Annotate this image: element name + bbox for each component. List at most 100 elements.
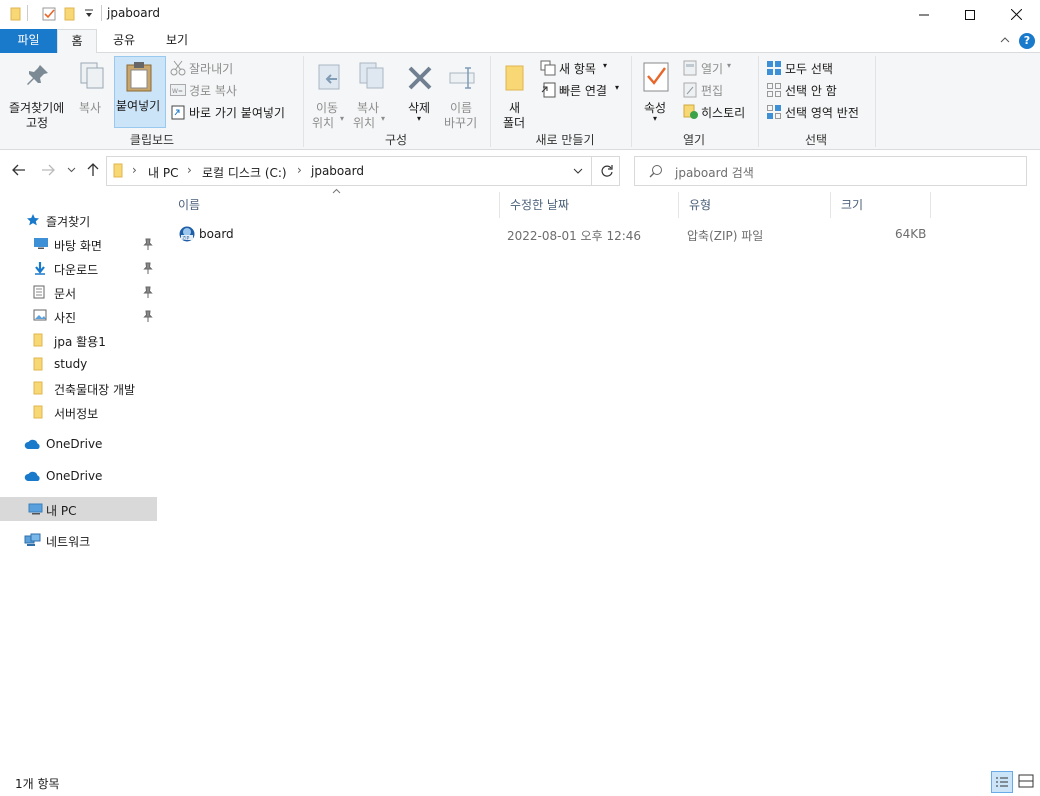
group-divider: [875, 56, 876, 147]
nav-this-pc-label: 내 PC: [46, 504, 77, 518]
new-folder-icon[interactable]: [64, 6, 76, 22]
column-date-modified[interactable]: 수정한 날짜: [500, 192, 679, 218]
file-name: board: [199, 227, 234, 241]
history-icon: [683, 104, 699, 120]
paste-label: 붙여넣기: [116, 99, 161, 113]
edit-label: 편집: [701, 84, 724, 98]
breadcrumb-jpaboard[interactable]: jpaboard: [311, 164, 364, 178]
nav-item-label: 건축물대장 개발: [54, 383, 136, 397]
pin-icon[interactable]: [143, 262, 153, 274]
tab-file[interactable]: 파일: [0, 29, 57, 53]
copy-button[interactable]: 복사: [74, 57, 110, 129]
zip-file-icon: ZIP: [178, 226, 196, 242]
copy-to-button[interactable]: 복사 위치 ▾: [350, 57, 392, 130]
svg-text:W=: W=: [172, 88, 183, 95]
dropdown-arrow-icon: ▾: [603, 61, 608, 70]
nav-item-label: study: [54, 357, 88, 371]
file-date: 2022-08-01 오후 12:46: [507, 229, 642, 243]
group-divider: [303, 56, 304, 147]
nav-item[interactable]: 사진: [0, 304, 157, 328]
pin-icon: [26, 63, 50, 87]
column-type[interactable]: 유형: [679, 192, 831, 218]
paste-button[interactable]: 붙여넣기: [114, 56, 166, 128]
refresh-icon[interactable]: [600, 164, 614, 178]
minimize-button[interactable]: [901, 0, 947, 29]
tab-view[interactable]: 보기: [154, 29, 200, 53]
recent-locations-icon[interactable]: [67, 167, 76, 173]
search-box[interactable]: jpaboard 검색: [634, 156, 1027, 186]
column-name[interactable]: 이름: [168, 192, 500, 218]
nav-item[interactable]: 건축물대장 개발: [0, 376, 157, 400]
forward-arrow-icon[interactable]: [41, 164, 55, 176]
breadcrumb-this-pc[interactable]: 내 PC: [148, 164, 178, 181]
history-label: 히스토리: [701, 106, 746, 120]
new-folder-button[interactable]: 새 폴더: [497, 57, 533, 130]
pin-icon[interactable]: [143, 286, 153, 298]
nav-network-label: 네트워크: [46, 535, 91, 549]
copy-icon: [79, 61, 105, 91]
nav-this-pc[interactable]: 내 PC: [0, 497, 157, 521]
star-icon: [26, 213, 40, 227]
help-icon[interactable]: ?: [1019, 33, 1035, 49]
move-to-button[interactable]: 이동 위치 ▾: [309, 57, 347, 130]
pin-icon[interactable]: [143, 310, 153, 322]
address-dropdown-icon[interactable]: [573, 168, 583, 175]
details-view-button[interactable]: [991, 771, 1013, 793]
nav-item[interactable]: 다운로드: [0, 256, 157, 280]
breadcrumb-local-disk[interactable]: 로컬 디스크 (C:): [202, 164, 287, 181]
new-item-label: 새 항목: [559, 62, 596, 76]
search-icon: [649, 164, 663, 178]
nav-item[interactable]: jpa 활용1: [0, 328, 157, 352]
dropdown-arrow-icon: ▾: [381, 114, 386, 123]
nav-network[interactable]: 네트워크: [0, 528, 157, 552]
nav-onedrive-2[interactable]: OneDrive: [0, 464, 157, 488]
move-to-icon: [317, 63, 345, 93]
copy-path-label: 경로 복사: [189, 84, 237, 98]
navigation-pane: 즐겨찾기 바탕 화면 다운로드문서사진 jpa 활용1 study 건축물대장 개발서버…: [0, 196, 158, 770]
rename-label-2: 바꾸기: [444, 116, 478, 130]
nav-item-label: 문서: [54, 287, 77, 301]
breadcrumb-separator-icon: ›: [297, 163, 302, 177]
dropdown-arrow-icon: ▾: [653, 114, 658, 123]
onedrive-icon: [24, 439, 42, 450]
nav-item[interactable]: 바탕 화면: [0, 232, 157, 256]
ribbon-tabs: 파일 홈 공유 보기 ?: [0, 29, 1040, 54]
rename-button[interactable]: 이름 바꾸기: [442, 57, 484, 130]
move-to-label-2: 위치: [312, 116, 335, 130]
back-arrow-icon[interactable]: [12, 164, 26, 176]
divider: [101, 5, 102, 21]
collapse-ribbon-icon[interactable]: [1000, 36, 1010, 44]
nav-onedrive-1[interactable]: OneDrive: [0, 432, 157, 456]
up-arrow-icon[interactable]: [87, 163, 99, 177]
nav-quick-access[interactable]: 즐겨찾기: [0, 208, 157, 232]
customize-quick-access-icon[interactable]: [84, 8, 94, 20]
table-row[interactable]: ZIP board 2022-08-01 오후 12:46 압축(ZIP) 파일…: [168, 223, 932, 245]
tab-share[interactable]: 공유: [101, 29, 147, 53]
close-button[interactable]: [993, 0, 1039, 29]
delete-button[interactable]: 삭제 ▾: [400, 57, 440, 129]
properties-icon[interactable]: [42, 6, 56, 22]
status-bar: 1개 항목: [0, 770, 1040, 796]
nav-item-label: 서버정보: [54, 407, 99, 421]
nav-item[interactable]: 문서: [0, 280, 157, 304]
invert-selection-icon: [766, 104, 782, 120]
nav-item[interactable]: 서버정보: [0, 400, 157, 424]
folder-icon: [33, 381, 43, 395]
nav-item[interactable]: study: [0, 352, 157, 376]
delete-x-icon: [407, 65, 433, 91]
large-icons-view-button[interactable]: [1016, 771, 1038, 793]
open-icon: [683, 60, 697, 76]
group-divider: [758, 56, 759, 147]
address-bar[interactable]: › 내 PC › 로컬 디스크 (C:) › jpaboard: [106, 156, 620, 186]
maximize-button[interactable]: [947, 0, 993, 29]
new-item-icon: [540, 60, 556, 76]
properties-button[interactable]: 속성 ▾: [636, 57, 676, 129]
column-size[interactable]: 크기: [831, 192, 931, 218]
pin-quick-access-button[interactable]: 즐겨찾기에 고정: [4, 57, 72, 130]
easy-access-icon: [540, 82, 556, 98]
pin-icon[interactable]: [143, 238, 153, 250]
folder-icon: [113, 163, 123, 179]
nav-item-label: jpa 활용1: [54, 335, 106, 349]
item-count: 1개 항목: [15, 777, 60, 791]
tab-home[interactable]: 홈: [57, 29, 97, 54]
